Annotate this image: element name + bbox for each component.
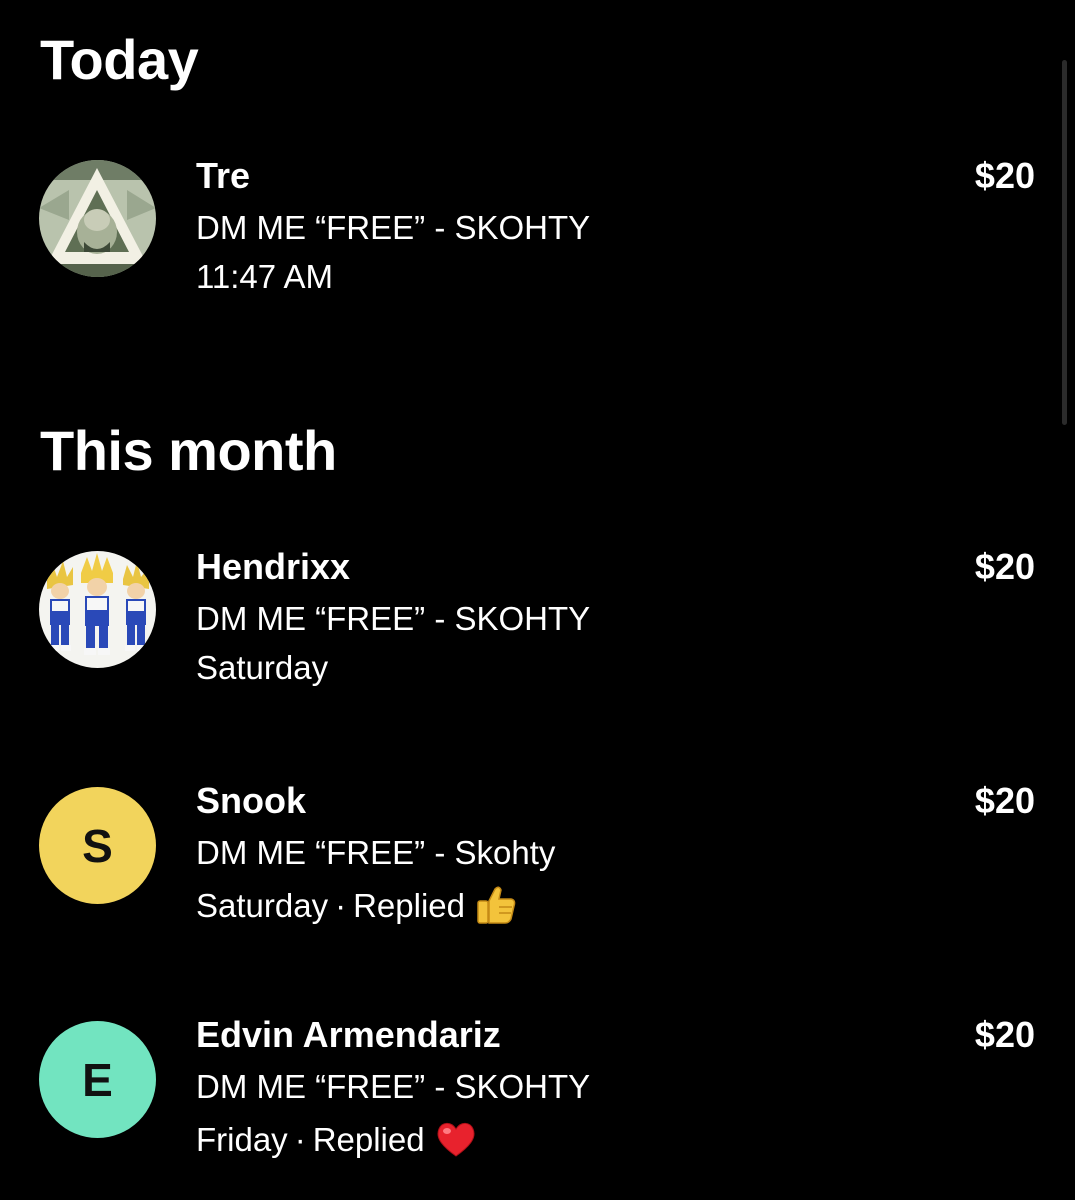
support-amount: $20 [974,546,1035,587]
supporter-message: DM ME “FREE” - Skohty [196,834,556,871]
supporter-name: Edvin Armendariz [196,1014,501,1055]
supporter-name: Hendrixx [196,546,351,587]
supporter-row-snook[interactable]: S Snook DM ME “FREE” - Skohty Saturday ·… [0,783,1075,933]
avatar[interactable]: E [39,1021,156,1138]
reply-status: Replied [353,886,466,924]
supporter-time: Saturday [196,649,329,686]
supporter-row-edvin[interactable]: E Edvin Armendariz DM ME “FREE” - SKOHTY… [0,1017,1075,1167]
support-amount: $20 [974,780,1035,821]
supporter-meta: 11:47 AM [196,260,333,293]
section-title-this-month: This month [40,419,337,482]
support-amount: $20 [974,1014,1035,1055]
support-amount: $20 [974,155,1035,196]
supporter-message: DM ME “FREE” - SKOHTY [196,600,591,637]
supporter-meta: Saturday [196,651,328,684]
dollar-pyramid-avatar-image [39,160,156,277]
anime-characters-avatar-image [39,551,156,668]
section-title-today: Today [40,28,199,91]
reply-status: Replied [312,1120,425,1158]
avatar[interactable]: S [39,787,156,904]
supporter-meta: Saturday · Replied [196,885,517,925]
supporter-time: Friday [196,1120,288,1158]
supporter-time: 11:47 AM [196,258,333,295]
supporter-time: Saturday [196,886,329,924]
thumbs-up-icon [475,885,517,925]
supporters-screen: { "sections": [ { "title": "Today", "ite… [0,0,1075,1200]
avatar[interactable] [39,551,156,668]
supporter-row-hendrixx[interactable]: Hendrixx DM ME “FREE” - SKOHTY Saturday … [0,549,1075,699]
meta-separator: · [335,886,347,924]
red-heart-icon [435,1119,477,1159]
supporter-name: Snook [196,780,307,821]
supporter-name: Tre [196,155,251,196]
supporter-message: DM ME “FREE” - SKOHTY [196,1068,591,1105]
supporter-meta: Friday · Replied [196,1119,477,1159]
supporter-row-tre[interactable]: Tre DM ME “FREE” - SKOHTY 11:47 AM $20 [0,158,1075,308]
avatar[interactable] [39,160,156,277]
meta-separator: · [294,1120,306,1158]
supporter-message: DM ME “FREE” - SKOHTY [196,209,591,246]
